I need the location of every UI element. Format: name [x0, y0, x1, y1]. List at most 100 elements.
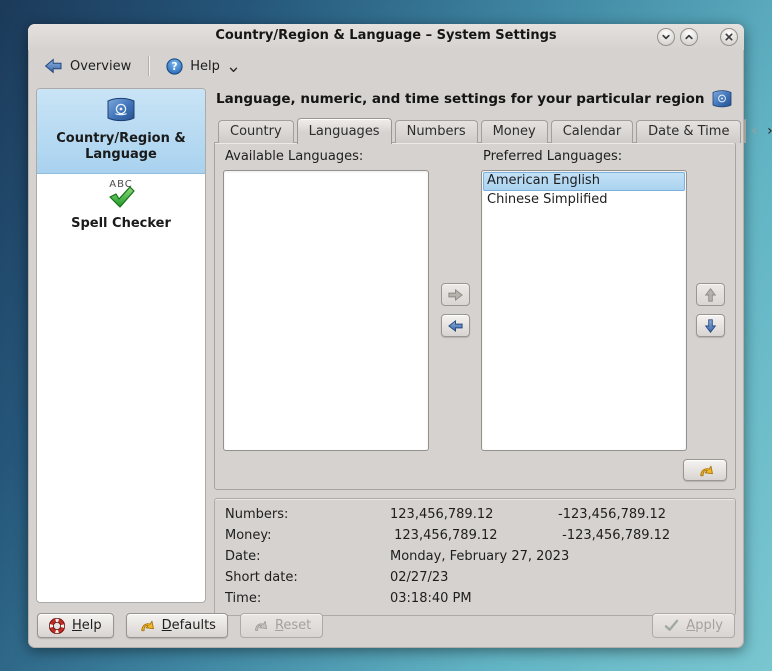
window-body: Country/Region & Language ABC Spell Chec… — [28, 82, 744, 607]
transfer-buttons — [435, 149, 475, 451]
maximize-button[interactable] — [680, 28, 698, 46]
overview-label: Overview — [70, 59, 131, 74]
undo-icon — [697, 463, 714, 478]
example-label: Date: — [225, 549, 390, 564]
example-row: Money: 123,456,789.12 -123,456,789.12 — [225, 525, 725, 546]
desktop-background: Country/Region & Language – System Setti… — [0, 0, 772, 671]
life-preserver-icon — [49, 618, 65, 634]
scroll-right-icon[interactable]: › — [767, 124, 772, 138]
un-flag-icon — [104, 96, 138, 124]
available-languages-label: Available Languages: — [223, 149, 429, 170]
back-arrow-icon — [44, 58, 63, 74]
system-settings-window: Country/Region & Language – System Setti… — [28, 24, 744, 648]
example-value: Monday, February 27, 2023 — [390, 549, 558, 564]
preferred-languages-list[interactable]: American EnglishChinese Simplified — [481, 170, 687, 451]
example-negative-value: -123,456,789.12 — [558, 528, 670, 543]
chevron-up-icon — [684, 32, 694, 42]
defaults-button[interactable]: Defaults — [126, 613, 228, 638]
tab-numbers[interactable]: Numbers — [395, 120, 478, 143]
toolbar-separator — [148, 56, 149, 76]
checkmark-icon — [664, 619, 679, 632]
footer-button-row: Help Defaults Reset Apply — [28, 607, 744, 648]
languages-tab-panel: Available Languages: — [214, 142, 736, 490]
sidebar-item-country-region-language[interactable]: Country/Region & Language — [37, 89, 205, 174]
main-panel: Language, numeric, and time settings for… — [214, 88, 736, 603]
svg-text:?: ? — [172, 61, 178, 73]
apply-button[interactable]: Apply — [652, 613, 735, 638]
overview-button[interactable]: Overview — [36, 54, 139, 78]
chevron-down-icon — [661, 32, 671, 42]
defaults-rest: efaults — [172, 618, 216, 633]
arrow-up-icon — [704, 287, 717, 303]
title-bar[interactable]: Country/Region & Language – System Setti… — [28, 24, 744, 50]
apply-accel: A — [686, 618, 695, 633]
example-negative-value: -123,456,789.12 — [558, 507, 666, 522]
undo-icon — [138, 618, 155, 633]
list-item[interactable]: Chinese Simplified — [483, 191, 685, 210]
arrow-right-icon — [447, 288, 464, 302]
example-label: Time: — [225, 591, 390, 606]
tab-date-time[interactable]: Date & Time — [636, 120, 741, 143]
preferred-languages-column: Preferred Languages: American EnglishChi… — [481, 149, 687, 451]
spell-checker-icon: ABC — [43, 181, 199, 213]
module-header: Language, numeric, and time settings for… — [214, 88, 736, 118]
available-languages-list[interactable] — [223, 170, 429, 451]
language-transfer-area: Available Languages: — [223, 149, 727, 451]
apply-rest: pply — [695, 618, 723, 633]
defaults-accel: D — [162, 618, 172, 633]
example-value: 123,456,789.12 — [390, 528, 558, 543]
example-value: 123,456,789.12 — [390, 507, 558, 522]
reorder-buttons — [693, 149, 727, 451]
tab-bar: CountryLanguagesNumbersMoneyCalendarDate… — [214, 118, 736, 143]
add-language-button[interactable] — [441, 283, 470, 306]
tab-languages[interactable]: Languages — [297, 118, 392, 144]
example-row: Date:Monday, February 27, 2023 — [225, 546, 725, 567]
chevron-down-icon — [229, 67, 238, 73]
scroll-left-icon[interactable]: ‹ — [751, 124, 757, 138]
list-item[interactable]: American English — [483, 172, 685, 191]
toolbar: Overview ? Help — [28, 50, 744, 82]
frame-bottom-row — [223, 459, 727, 481]
move-up-button[interactable] — [696, 283, 725, 306]
help-button[interactable]: ? Help — [158, 54, 246, 79]
restore-language-button[interactable] — [683, 459, 727, 481]
help-rest: elp — [82, 618, 102, 633]
close-icon — [724, 32, 734, 42]
example-row: Short date:02/27/23 — [225, 567, 725, 588]
minimize-button[interactable] — [657, 28, 675, 46]
preferred-languages-label: Preferred Languages: — [481, 149, 687, 170]
format-examples-panel: Numbers:123,456,789.12-123,456,789.12Mon… — [214, 498, 736, 616]
module-title: Language, numeric, and time settings for… — [216, 91, 705, 107]
example-label: Short date: — [225, 570, 390, 585]
close-button[interactable] — [720, 28, 738, 46]
sidebar-item-label: Country/Region & Language — [43, 131, 199, 164]
tab-country[interactable]: Country — [218, 120, 294, 143]
window-title: Country/Region & Language – System Setti… — [28, 28, 744, 43]
tab-partial[interactable] — [744, 119, 746, 143]
sidebar-item-label: Spell Checker — [43, 216, 199, 232]
arrow-left-icon — [447, 319, 464, 333]
example-row: Time:03:18:40 PM — [225, 588, 725, 609]
example-value: 03:18:40 PM — [390, 591, 558, 606]
example-label: Money: — [225, 528, 390, 543]
green-checkmark-icon — [106, 185, 136, 209]
un-flag-icon — [710, 89, 734, 109]
help-button-footer[interactable]: Help — [37, 613, 114, 638]
window-controls — [652, 28, 738, 46]
move-down-button[interactable] — [696, 314, 725, 337]
sidebar-item-spell-checker[interactable]: ABC Spell Checker — [37, 174, 205, 241]
example-row: Numbers:123,456,789.12-123,456,789.12 — [225, 504, 725, 525]
help-accel: H — [72, 618, 82, 633]
help-label: Help — [190, 59, 220, 74]
tab-money[interactable]: Money — [481, 120, 548, 143]
sidebar: Country/Region & Language ABC Spell Chec… — [36, 88, 206, 603]
arrow-down-icon — [704, 318, 717, 334]
tab-calendar[interactable]: Calendar — [551, 120, 633, 143]
example-value: 02/27/23 — [390, 570, 558, 585]
remove-language-button[interactable] — [441, 314, 470, 337]
reset-button[interactable]: Reset — [240, 613, 323, 638]
reset-icon — [252, 618, 268, 633]
example-label: Numbers: — [225, 507, 390, 522]
tab-scroll-buttons: ‹ › — [749, 124, 772, 143]
available-languages-column: Available Languages: — [223, 149, 429, 451]
